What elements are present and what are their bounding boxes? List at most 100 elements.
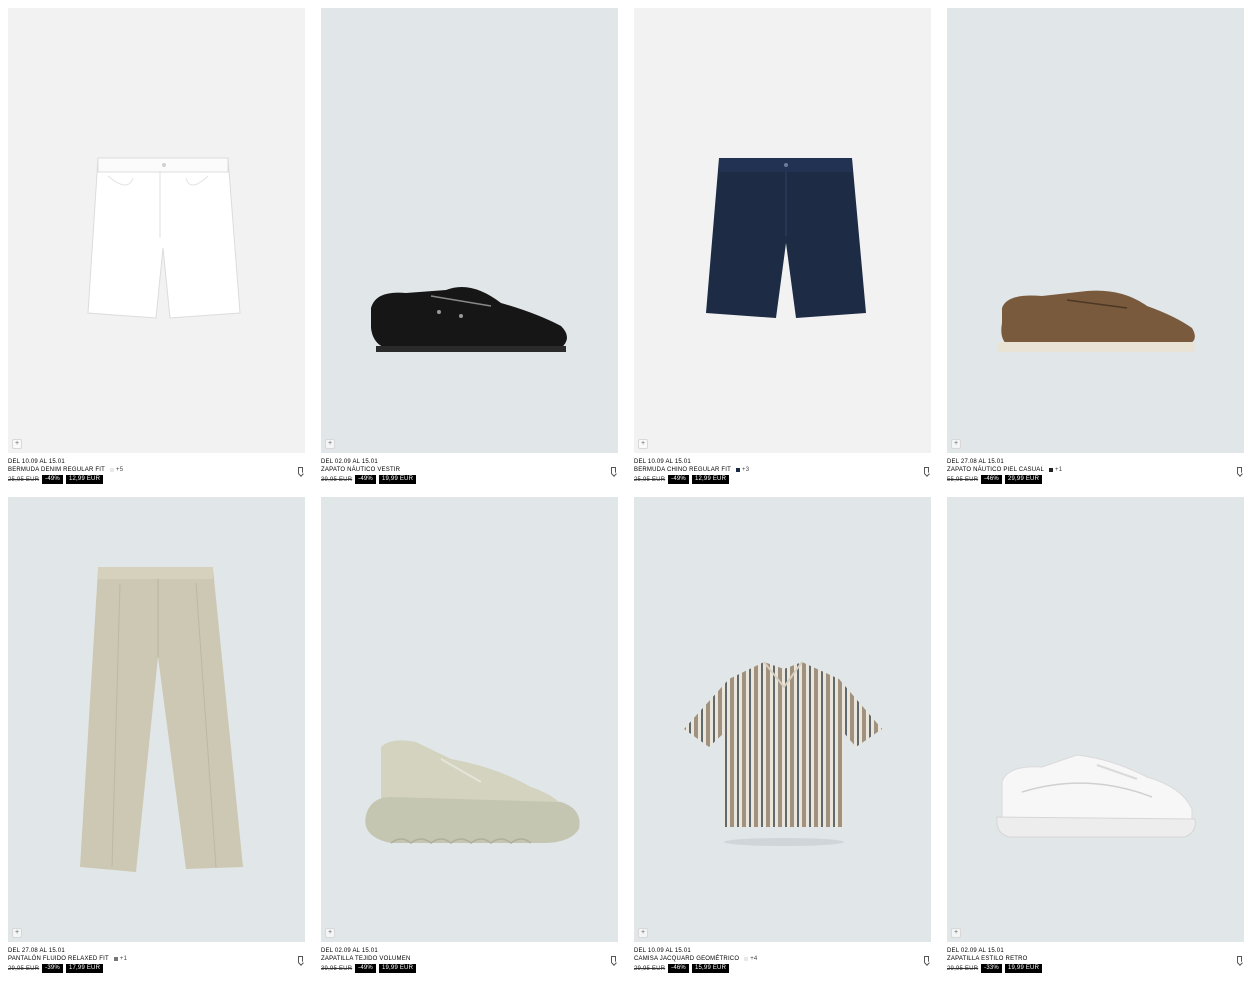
color-variants[interactable]: +5: [110, 466, 123, 474]
product-info: DEL 02.09 AL 15.01 ZAPATILLA TEJIDO VOLU…: [321, 942, 618, 986]
color-variants[interactable]: +1: [1049, 466, 1062, 474]
color-variants[interactable]: +3: [736, 466, 749, 474]
add-icon[interactable]: +: [12, 928, 22, 938]
product-name[interactable]: ZAPATO NÁUTICO PIEL CASUAL: [947, 466, 1044, 474]
discount-badge: -49%: [42, 475, 63, 484]
discount-badge: -46%: [981, 475, 1002, 484]
product-image[interactable]: +: [634, 8, 931, 453]
product-image[interactable]: +: [947, 497, 1244, 942]
original-price: 29,95 EUR: [947, 965, 979, 972]
promo-dates: DEL 02.09 AL 15.01: [947, 948, 1004, 954]
color-variants[interactable]: +1: [113, 955, 128, 963]
bookmark-icon[interactable]: [298, 467, 303, 474]
promo-dates: DEL 10.09 AL 15.01: [8, 459, 65, 465]
product-name[interactable]: ZAPATILLA TEJIDO VOLUMEN: [321, 955, 411, 963]
product-name[interactable]: BERMUDA CHINO REGULAR FIT: [634, 466, 731, 474]
sale-price: 29,99 EUR: [1004, 475, 1043, 484]
discount-badge: -33%: [981, 964, 1002, 973]
promo-dates: DEL 02.09 AL 15.01: [321, 459, 378, 465]
color-swatch: [1049, 468, 1053, 472]
product-image[interactable]: +: [634, 497, 931, 942]
product-image[interactable]: +: [8, 8, 305, 453]
sale-price: 15,99 EUR: [691, 964, 730, 973]
bookmark-icon[interactable]: [924, 467, 929, 474]
navy-chino-shorts-icon: [706, 158, 866, 318]
original-price: 29,95 EUR: [8, 965, 40, 972]
product-card[interactable]: + DEL 02.09 AL 15.01 ZAPATILLA ESTILO RE…: [947, 497, 1244, 986]
colors-count: +1: [119, 956, 128, 962]
original-price: 39,95 EUR: [321, 965, 353, 972]
product-info: DEL 02.09 AL 15.01 ZAPATILLA ESTILO RETR…: [947, 942, 1244, 986]
bookmark-icon[interactable]: [611, 956, 616, 963]
product-card[interactable]: + DEL 10.09 AL 15.01 BERMUDA CHINO REGUL…: [634, 8, 931, 497]
product-card[interactable]: + DEL 02.09 AL 15.01 ZAPATO NÁUTICO VEST…: [321, 8, 618, 497]
product-name[interactable]: CAMISA JACQUARD GEOMÉTRICO: [634, 955, 739, 963]
original-price: 25,95 EUR: [8, 476, 40, 483]
product-name[interactable]: ZAPATO NÁUTICO VESTIR: [321, 466, 400, 474]
original-price: 39,95 EUR: [321, 476, 353, 483]
sale-price: 19,99 EUR: [378, 964, 417, 973]
add-icon[interactable]: +: [638, 928, 648, 938]
discount-badge: -49%: [668, 475, 689, 484]
product-name[interactable]: PANTALÓN FLUIDO RELAXED FIT: [8, 955, 109, 963]
product-info: DEL 10.09 AL 15.01 BERMUDA CHINO REGULAR…: [634, 453, 931, 497]
product-info: DEL 10.09 AL 15.01 CAMISA JACQUARD GEOMÉ…: [634, 942, 931, 986]
sale-price: 17,99 EUR: [65, 964, 104, 973]
add-icon[interactable]: +: [951, 439, 961, 449]
product-card[interactable]: + DEL 27.08 AL 15.01 PANTALÓN FLUIDO REL…: [8, 497, 305, 986]
promo-dates: DEL 27.08 AL 15.01: [8, 948, 65, 954]
add-icon[interactable]: +: [638, 439, 648, 449]
colors-count: +5: [116, 467, 124, 473]
bookmark-icon[interactable]: [924, 956, 929, 963]
discount-badge: -39%: [42, 964, 63, 973]
product-info: DEL 10.09 AL 15.01 BERMUDA DENIM REGULAR…: [8, 453, 305, 497]
product-image[interactable]: +: [8, 497, 305, 942]
product-image[interactable]: +: [321, 8, 618, 453]
chunky-knit-sneaker-icon: [365, 740, 580, 844]
product-image[interactable]: +: [321, 497, 618, 942]
bookmark-icon[interactable]: [298, 956, 303, 963]
product-image[interactable]: +: [947, 8, 1244, 453]
original-price: 25,95 EUR: [634, 476, 666, 483]
sale-price: 19,99 EUR: [378, 475, 417, 484]
colors-count: +4: [750, 956, 758, 962]
color-swatch: [113, 957, 118, 961]
promo-dates: DEL 27.08 AL 15.01: [947, 459, 1004, 465]
product-info: DEL 27.08 AL 15.01 ZAPATO NÁUTICO PIEL C…: [947, 453, 1244, 497]
add-icon[interactable]: +: [12, 439, 22, 449]
add-icon[interactable]: +: [325, 928, 335, 938]
discount-badge: -49%: [355, 964, 376, 973]
color-swatch: [736, 468, 741, 472]
add-icon[interactable]: +: [325, 439, 335, 449]
product-info: DEL 02.09 AL 15.01 ZAPATO NÁUTICO VESTIR…: [321, 453, 618, 497]
product-name[interactable]: BERMUDA DENIM REGULAR FIT: [8, 466, 105, 474]
product-card[interactable]: + DEL 10.09 AL 15.01 CAMISA JACQUARD GEO…: [634, 497, 931, 986]
bookmark-icon[interactable]: [1237, 956, 1242, 963]
bookmark-icon[interactable]: [611, 467, 616, 474]
white-denim-shorts-icon: [87, 157, 241, 319]
product-info: DEL 27.08 AL 15.01 PANTALÓN FLUIDO RELAX…: [8, 942, 305, 986]
bookmark-icon[interactable]: [1237, 467, 1242, 474]
discount-badge: -46%: [668, 964, 689, 973]
original-price: 29,95 EUR: [634, 965, 666, 972]
add-icon[interactable]: +: [951, 928, 961, 938]
beige-trousers-icon: [80, 567, 243, 872]
sale-price: 19,99 EUR: [1004, 964, 1043, 973]
discount-badge: -49%: [355, 475, 376, 484]
product-grid: + DEL 10.09 AL 15.01 BERMUDA DENIM REGUL…: [8, 8, 1244, 986]
brown-suede-boat-shoe-icon: [997, 290, 1195, 352]
white-retro-sneaker-icon: [996, 754, 1196, 838]
colors-count: +3: [742, 467, 750, 473]
color-swatch: [744, 957, 749, 961]
color-variants[interactable]: +4: [744, 955, 757, 963]
original-price: 55,95 EUR: [947, 476, 979, 483]
promo-dates: DEL 02.09 AL 15.01: [321, 948, 378, 954]
sale-price: 12,99 EUR: [65, 475, 104, 484]
product-card[interactable]: + DEL 10.09 AL 15.01 BERMUDA DENIM REGUL…: [8, 8, 305, 497]
colors-count: +1: [1055, 467, 1063, 473]
product-card[interactable]: + DEL 27.08 AL 15.01 ZAPATO NÁUTICO PIEL…: [947, 8, 1244, 497]
product-name[interactable]: ZAPATILLA ESTILO RETRO: [947, 955, 1028, 963]
product-card[interactable]: + DEL 02.09 AL 15.01 ZAPATILLA TEJIDO VO…: [321, 497, 618, 986]
black-boat-shoe-icon: [371, 286, 567, 352]
striped-shirt-icon: [684, 661, 882, 846]
